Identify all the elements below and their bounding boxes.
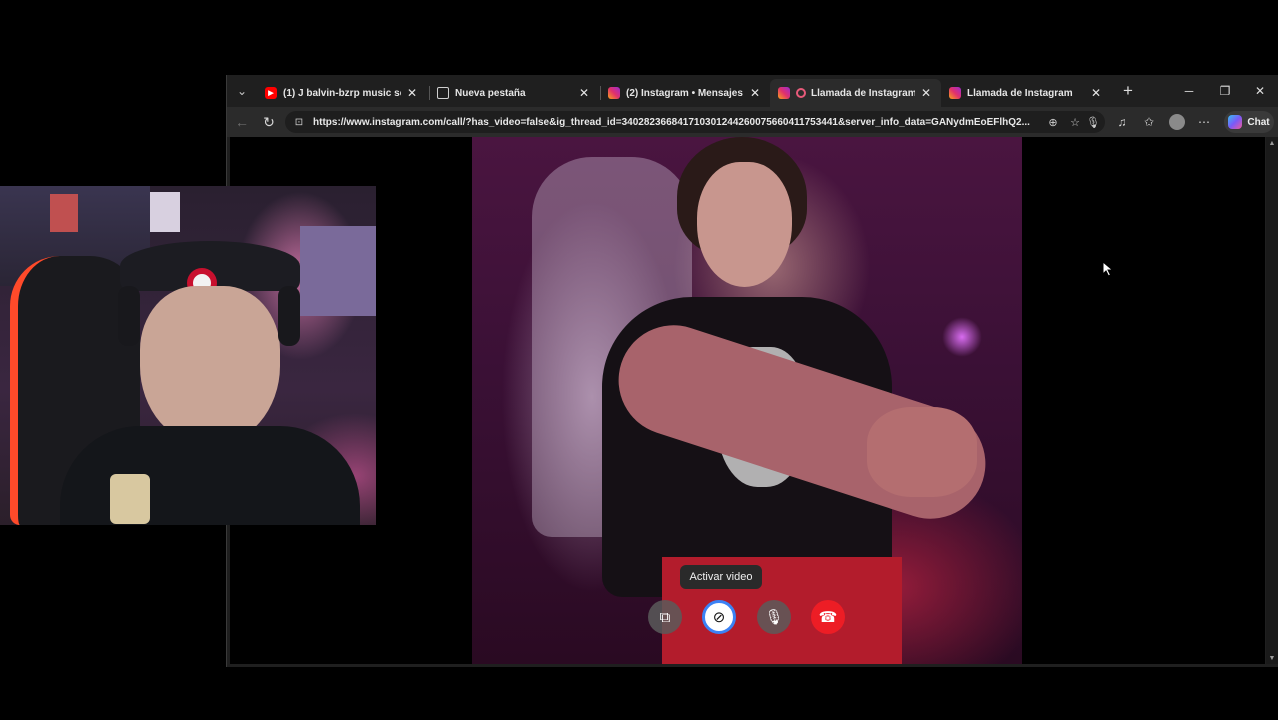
restore-button[interactable]: ❐ bbox=[1213, 81, 1237, 101]
instagram-icon bbox=[778, 87, 790, 99]
microphone-icon[interactable]: 🎙 bbox=[1085, 115, 1101, 129]
new-tab-button[interactable]: + bbox=[1117, 81, 1139, 101]
poster bbox=[150, 192, 180, 232]
tab-instagram-messages[interactable]: (2) Instagram • Mensajes ✕ bbox=[600, 79, 770, 107]
purple-light bbox=[942, 317, 982, 357]
tab-instagram-call-active[interactable]: Llamada de Instagram ✕ bbox=[770, 79, 941, 107]
zoom-icon[interactable]: ⊕ bbox=[1045, 115, 1061, 129]
minimize-icon: ─ bbox=[1184, 84, 1194, 98]
phone-hangup-icon: ☎ bbox=[818, 609, 838, 626]
copilot-chat-button[interactable]: Chat bbox=[1224, 111, 1274, 133]
star-icon[interactable]: ☆ bbox=[1067, 115, 1083, 129]
scroll-up-icon[interactable]: ▲ bbox=[1266, 137, 1278, 149]
more-options-icon[interactable]: ⋯ bbox=[1195, 113, 1213, 131]
arrow-left-icon: ← bbox=[235, 114, 249, 130]
tab-new-tab[interactable]: Nueva pestaña ✕ bbox=[429, 79, 599, 107]
tab-label: (2) Instagram • Mensajes bbox=[626, 87, 743, 99]
close-icon[interactable]: ✕ bbox=[1089, 86, 1103, 100]
headphones bbox=[278, 286, 300, 346]
youtube-icon: ▶ bbox=[265, 87, 277, 99]
face bbox=[697, 162, 792, 287]
hand bbox=[867, 407, 977, 497]
tab-actions-menu-button[interactable]: ⌄ bbox=[231, 81, 253, 101]
tab-youtube[interactable]: ▶ (1) J balvin-bzrp music sesions ✕ bbox=[257, 79, 427, 107]
close-window-button[interactable]: ✕ bbox=[1248, 81, 1272, 101]
minimize-button[interactable]: ─ bbox=[1177, 81, 1201, 101]
scroll-down-icon[interactable]: ▼ bbox=[1266, 652, 1278, 664]
screen-share-icon: ⧉ bbox=[659, 608, 671, 626]
chat-label: Chat bbox=[1247, 116, 1270, 128]
vertical-scrollbar[interactable]: ▲ ▼ bbox=[1266, 137, 1278, 664]
toggle-mic-button[interactable]: 🎙 bbox=[757, 600, 791, 634]
instagram-icon bbox=[949, 87, 961, 99]
jersey bbox=[60, 426, 360, 525]
address-bar[interactable]: ⊡ https://www.instagram.com/call/?has_vi… bbox=[285, 111, 1105, 133]
navigation-toolbar: ← ↻ ⊡ https://www.instagram.com/call/?ha… bbox=[227, 107, 1278, 137]
back-button[interactable]: ← bbox=[231, 112, 253, 132]
end-call-button[interactable]: ☎ bbox=[811, 600, 845, 634]
tab-label: Nueva pestaña bbox=[455, 87, 526, 99]
reload-icon: ↻ bbox=[263, 113, 275, 130]
reload-button[interactable]: ↻ bbox=[258, 112, 280, 132]
recording-icon bbox=[796, 88, 806, 98]
page-viewport: Activar video ⧉ ⊘ 🎙 ☎ bbox=[230, 137, 1265, 664]
mouse-cursor-icon bbox=[1102, 261, 1114, 277]
toggle-video-button[interactable]: ⊘ bbox=[702, 600, 736, 634]
streamer-webcam-overlay bbox=[0, 186, 376, 525]
close-icon[interactable]: ✕ bbox=[405, 86, 419, 100]
tab-label: (1) J balvin-bzrp music sesions bbox=[283, 87, 401, 99]
close-icon: ✕ bbox=[1254, 84, 1266, 98]
browser-window: ⌄ ▶ (1) J balvin-bzrp music sesions ✕ Nu… bbox=[226, 75, 1278, 667]
close-icon[interactable]: ✕ bbox=[919, 86, 933, 100]
headphones bbox=[118, 286, 140, 346]
share-screen-button[interactable]: ⧉ bbox=[648, 600, 682, 634]
restore-icon: ❐ bbox=[1219, 84, 1231, 98]
profile-avatar[interactable] bbox=[1169, 114, 1185, 130]
page-icon bbox=[437, 87, 449, 99]
jersey-badge bbox=[110, 474, 150, 524]
copilot-icon bbox=[1228, 115, 1243, 129]
address-url[interactable]: https://www.instagram.com/call/?has_vide… bbox=[313, 117, 1043, 128]
media-control-icon[interactable]: ♫ bbox=[1113, 113, 1131, 131]
site-info-icon[interactable]: ⊡ bbox=[293, 116, 305, 128]
favorites-icon[interactable]: ✩ bbox=[1140, 113, 1158, 131]
video-off-icon: ⊘ bbox=[712, 609, 726, 626]
tab-bar: ⌄ ▶ (1) J balvin-bzrp music sesions ✕ Nu… bbox=[227, 75, 1278, 107]
microphone-icon: 🎙 bbox=[764, 609, 784, 626]
activate-video-tooltip: Activar video bbox=[680, 565, 762, 589]
instagram-icon bbox=[608, 87, 620, 99]
wall-art bbox=[300, 226, 376, 316]
close-icon[interactable]: ✕ bbox=[577, 86, 591, 100]
chevron-down-icon: ⌄ bbox=[236, 84, 248, 98]
poster bbox=[50, 194, 78, 232]
close-icon[interactable]: ✕ bbox=[748, 86, 762, 100]
plus-icon: + bbox=[1123, 81, 1133, 100]
face bbox=[140, 286, 280, 446]
tab-instagram-call[interactable]: Llamada de Instagram ✕ bbox=[941, 79, 1111, 107]
tab-label: Llamada de Instagram bbox=[811, 87, 915, 99]
tab-label: Llamada de Instagram bbox=[967, 87, 1073, 99]
